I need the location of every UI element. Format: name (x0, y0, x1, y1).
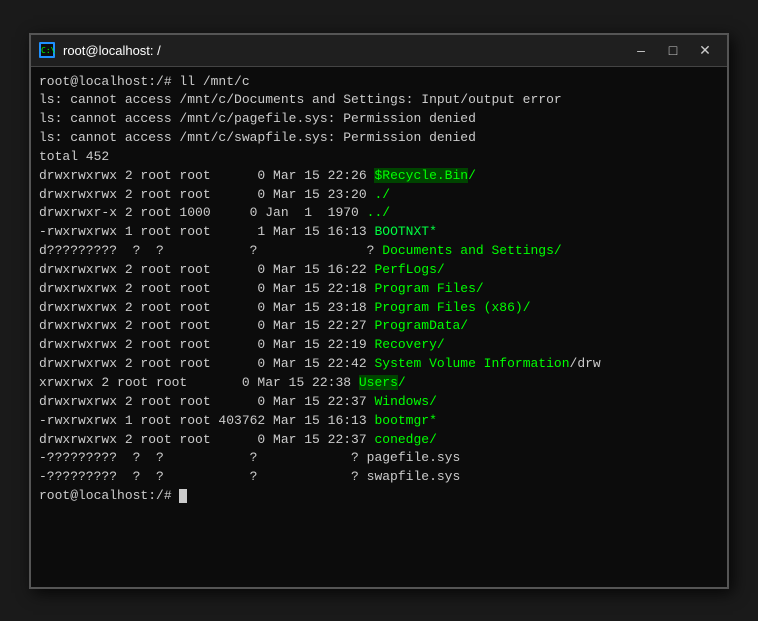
title-bar: C:\ root@localhost: / – □ ✕ (31, 35, 727, 67)
cursor (179, 489, 187, 503)
line-conedge: drwxrwxrwx 2 root root 0 Mar 15 22:37 co… (39, 431, 719, 450)
line-pagefile: -????????? ? ? ? ? pagefile.sys (39, 449, 719, 468)
line-total: total 452 (39, 148, 719, 167)
line-perflogs: drwxrwxrwx 2 root root 0 Mar 15 16:22 Pe… (39, 261, 719, 280)
line-windows: drwxrwxrwx 2 root root 0 Mar 15 22:37 Wi… (39, 393, 719, 412)
line-bootnxt: -rwxrwxrwx 1 root root 1 Mar 15 16:13 BO… (39, 223, 719, 242)
line-error-3: ls: cannot access /mnt/c/swapfile.sys: P… (39, 129, 719, 148)
line-error-1: ls: cannot access /mnt/c/Documents and S… (39, 91, 719, 110)
terminal-icon: C:\ (39, 42, 55, 58)
svg-text:C:\: C:\ (41, 46, 55, 55)
line-swapfile: -????????? ? ? ? ? swapfile.sys (39, 468, 719, 487)
line-recovery: drwxrwxrwx 2 root root 0 Mar 15 22:19 Re… (39, 336, 719, 355)
line-docsettings: d????????? ? ? ? ? Documents and Setting… (39, 242, 719, 261)
line-programfiles: drwxrwxrwx 2 root root 0 Mar 15 22:18 Pr… (39, 280, 719, 299)
terminal-window: C:\ root@localhost: / – □ ✕ root@localho… (29, 33, 729, 589)
line-bootmgr: -rwxrwxrwx 1 root root 403762 Mar 15 16:… (39, 412, 719, 431)
line-error-2: ls: cannot access /mnt/c/pagefile.sys: P… (39, 110, 719, 129)
line-sysvolinfo: drwxrwxrwx 2 root root 0 Mar 15 22:42 Sy… (39, 355, 719, 374)
line-current: drwxrwxrwx 2 root root 0 Mar 15 23:20 ./ (39, 186, 719, 205)
terminal-body[interactable]: root@localhost:/# ll /mnt/c ls: cannot a… (31, 67, 727, 587)
line-users: xrwxrwx 2 root root 0 Mar 15 22:38 Users… (39, 374, 719, 393)
line-parent: drwxrwxr-x 2 root 1000 0 Jan 1 1970 ../ (39, 204, 719, 223)
line-recycle: drwxrwxrwx 2 root root 0 Mar 15 22:26 $R… (39, 167, 719, 186)
window-title: root@localhost: / (63, 43, 627, 58)
line-programfiles86: drwxrwxrwx 2 root root 0 Mar 15 23:18 Pr… (39, 299, 719, 318)
minimize-button[interactable]: – (627, 39, 655, 61)
close-button[interactable]: ✕ (691, 39, 719, 61)
line-command: root@localhost:/# ll /mnt/c (39, 73, 719, 92)
window-controls: – □ ✕ (627, 39, 719, 61)
line-programdata: drwxrwxrwx 2 root root 0 Mar 15 22:27 Pr… (39, 317, 719, 336)
maximize-button[interactable]: □ (659, 39, 687, 61)
line-prompt: root@localhost:/# (39, 487, 719, 506)
